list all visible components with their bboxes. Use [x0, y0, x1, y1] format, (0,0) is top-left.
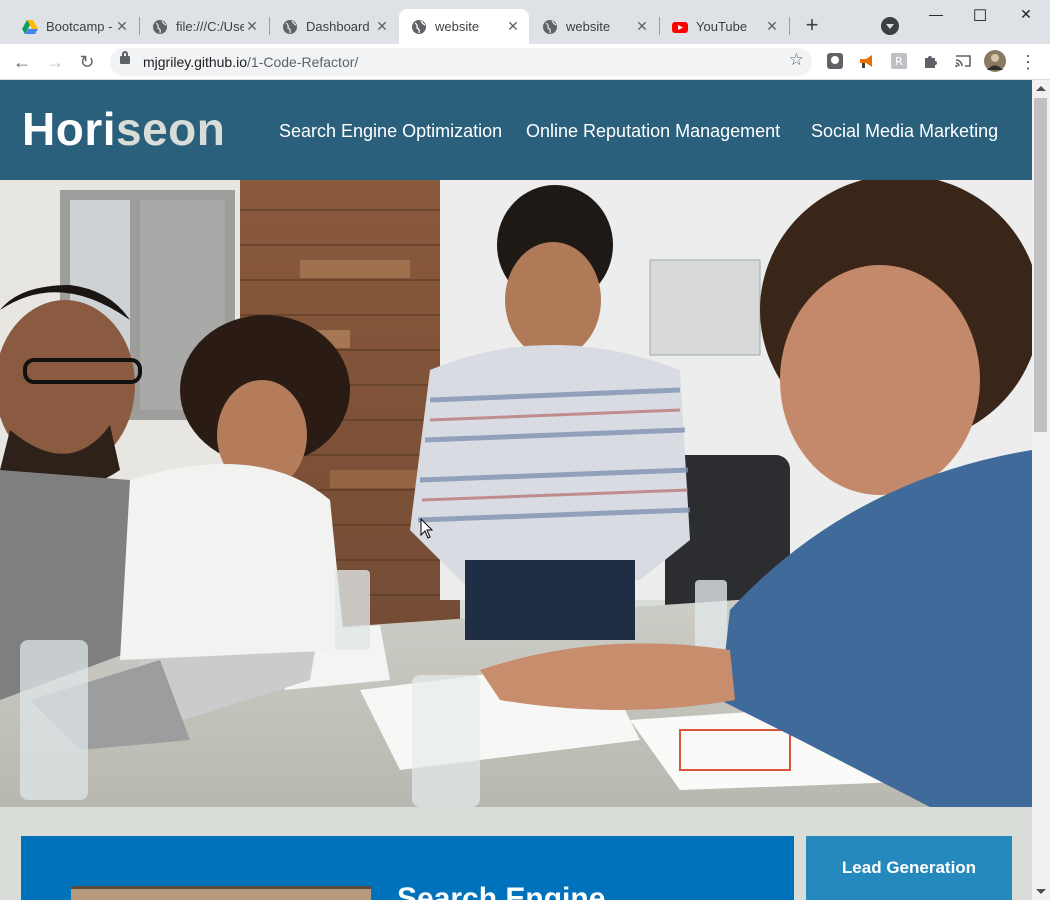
- tab-close-icon[interactable]: ✕: [114, 18, 130, 35]
- sidebar-title: Lead Generation: [841, 858, 977, 877]
- globe-icon: [543, 19, 557, 34]
- google-drive-icon: [22, 19, 38, 34]
- tab-title: Dashboard |: [306, 19, 374, 34]
- minimize-button[interactable]: —: [924, 6, 948, 26]
- site-header: Horiseon Search Engine Optimization Onli…: [0, 80, 1032, 180]
- profile-avatar-icon[interactable]: [984, 50, 1006, 72]
- web-page: Horiseon Search Engine Optimization Onli…: [0, 80, 1032, 900]
- scroll-up-arrow-icon[interactable]: [1036, 86, 1046, 91]
- scroll-down-arrow-icon[interactable]: [1036, 889, 1046, 894]
- tab-bootcamp[interactable]: Bootcamp - ✕: [10, 9, 138, 44]
- puzzle-extensions-icon[interactable]: [922, 52, 940, 70]
- cast-icon[interactable]: [954, 52, 972, 70]
- tab-separator: [789, 17, 790, 35]
- url-path: /1-Code-Refactor/: [247, 54, 359, 70]
- sidebar-lead-generation: Lead Generation: [806, 836, 1012, 900]
- globe-icon: [412, 19, 426, 34]
- hero-image: [0, 180, 1032, 807]
- lock-icon[interactable]: [120, 51, 130, 64]
- megaphone-extension-icon[interactable]: [858, 52, 876, 70]
- forward-button[interactable]: →: [43, 50, 67, 74]
- scroll-thumb[interactable]: [1034, 98, 1047, 432]
- site-logo[interactable]: Horiseon: [22, 102, 225, 156]
- tab-close-icon[interactable]: ✕: [764, 18, 780, 35]
- tab-strip: Bootcamp - ✕ file:///C:/Use ✕ Dashboard …: [0, 0, 1050, 44]
- nav-link-smm[interactable]: Social Media Marketing: [811, 121, 998, 142]
- back-button[interactable]: ←: [10, 50, 34, 74]
- tab-close-icon[interactable]: ✕: [634, 18, 650, 35]
- extension-icon[interactable]: [826, 52, 844, 70]
- logo-hori: Hori: [22, 103, 116, 155]
- hero-photo-meeting: [0, 180, 1032, 807]
- tab-close-icon[interactable]: ✕: [505, 18, 521, 35]
- url-host: mjgriley.github.io: [143, 54, 248, 70]
- tab-close-icon[interactable]: ✕: [244, 18, 260, 35]
- mouse-cursor-icon: [420, 518, 434, 539]
- address-bar[interactable]: mjgriley.github.io/1-Code-Refactor/ ☆: [110, 48, 812, 76]
- tab-dashboard[interactable]: Dashboard | ✕: [270, 9, 398, 44]
- globe-icon: [283, 19, 297, 34]
- bookmark-star-icon[interactable]: ☆: [789, 50, 804, 70]
- reload-button[interactable]: ↻: [75, 50, 99, 74]
- tab-youtube[interactable]: YouTube ✕: [660, 9, 788, 44]
- browser-menu-icon[interactable]: ⋮: [1016, 50, 1040, 74]
- nav-link-orm[interactable]: Online Reputation Management: [526, 121, 780, 142]
- page-scrollbar[interactable]: [1032, 80, 1050, 900]
- close-window-button[interactable]: ✕: [1014, 6, 1038, 26]
- tab-file[interactable]: file:///C:/Use ✕: [140, 9, 268, 44]
- tab-title: YouTube: [696, 19, 748, 34]
- tab-title: website: [566, 19, 611, 34]
- tab-title: file:///C:/Use: [176, 19, 244, 34]
- youtube-icon: [672, 21, 688, 33]
- tab-title: website: [435, 19, 480, 34]
- tab-website-active[interactable]: website ✕: [399, 9, 529, 44]
- content-image: [71, 886, 371, 900]
- content-heading: Search Engine: [397, 882, 606, 900]
- svg-text:R: R: [895, 55, 903, 68]
- tab-close-icon[interactable]: ✕: [374, 18, 390, 35]
- content-section-seo: Search Engine: [21, 836, 794, 900]
- tab-title: Bootcamp -: [46, 19, 113, 34]
- tab-website[interactable]: website ✕: [530, 9, 658, 44]
- tab-search-icon[interactable]: [881, 17, 899, 35]
- globe-icon: [153, 19, 167, 34]
- logo-seon: seon: [116, 103, 226, 155]
- browser-toolbar: ← → ↻ mjgriley.github.io/1-Code-Refactor…: [0, 44, 1050, 80]
- url-text[interactable]: mjgriley.github.io/1-Code-Refactor/: [143, 54, 358, 70]
- reader-extension-icon[interactable]: R: [890, 52, 908, 70]
- new-tab-button[interactable]: +: [800, 14, 824, 38]
- nav-link-seo[interactable]: Search Engine Optimization: [279, 121, 502, 142]
- maximize-button[interactable]: ☐: [968, 6, 992, 26]
